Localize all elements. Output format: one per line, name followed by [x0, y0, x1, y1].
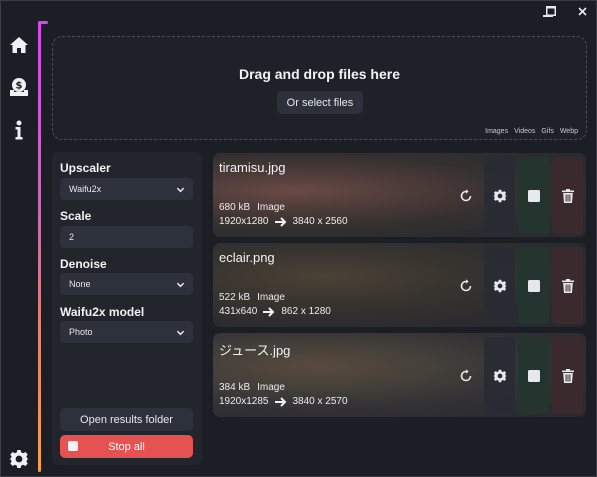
arrow-right-icon [263, 306, 275, 317]
close-button[interactable] [574, 4, 590, 18]
file-type: Image [257, 202, 285, 213]
file-resolution: 1920x1285 3840 x 2570 [219, 396, 348, 407]
close-icon [577, 6, 587, 16]
home-icon [10, 37, 28, 53]
stop-icon [527, 279, 540, 292]
scale-input[interactable]: 2 [60, 226, 193, 248]
gear-icon [492, 369, 507, 383]
target-resolution: 3840 x 2560 [292, 216, 348, 227]
file-size: 522 kB [219, 292, 251, 303]
settings-button[interactable] [484, 247, 515, 324]
target-resolution: 3840 x 2570 [292, 396, 348, 407]
file-name: eclair.png [219, 250, 275, 265]
model-label: Waifu2x model [60, 305, 145, 319]
settings-button[interactable] [484, 157, 515, 234]
settings-button[interactable] [7, 447, 31, 471]
file-size: 384 kB [219, 382, 251, 393]
refresh-icon [459, 368, 473, 383]
format-label: Images [485, 128, 509, 135]
source-resolution: 431x640 [219, 306, 258, 317]
chevron-down-icon [176, 330, 185, 335]
upscaler-value: Waifu2x [69, 184, 102, 194]
accent-bar [38, 22, 41, 472]
settings-button[interactable] [484, 337, 515, 414]
source-resolution: 1920x1285 [219, 396, 269, 407]
stop-button[interactable] [518, 337, 549, 414]
stop-icon [527, 369, 540, 382]
denoise-select[interactable]: None [60, 273, 193, 295]
maximize-icon [546, 6, 556, 16]
upscaler-label: Upscaler [60, 161, 111, 175]
file-meta: 522 kB Image [219, 292, 285, 303]
target-resolution: 862 x 1280 [281, 306, 331, 317]
maximize-button[interactable] [543, 4, 559, 18]
scale-label: Scale [60, 209, 92, 223]
delete-button[interactable] [552, 157, 583, 234]
model-select[interactable]: Photo [60, 321, 193, 343]
file-type: Image [257, 382, 285, 393]
chevron-down-icon [176, 187, 185, 192]
format-label: Webp [559, 128, 578, 135]
svg-text:$: $ [16, 81, 23, 92]
model-value: Photo [69, 327, 93, 337]
refresh-icon [459, 188, 473, 203]
source-resolution: 1920x1280 [219, 216, 269, 227]
dropzone[interactable]: Drag and drop files here Or select files… [52, 36, 587, 140]
arrow-right-icon [274, 216, 286, 227]
file-type: Image [257, 292, 285, 303]
denoise-label: Denoise [60, 257, 107, 271]
gear-icon [9, 450, 29, 468]
file-size: 680 kB [219, 202, 251, 213]
retry-button[interactable] [450, 247, 481, 324]
stop-icon [68, 441, 78, 451]
dropzone-title: Drag and drop files here [238, 66, 401, 82]
stop-all-button[interactable]: Stop all [60, 435, 193, 458]
dollar-bag-icon: $ [10, 78, 28, 96]
retry-button[interactable] [450, 337, 481, 414]
file-meta: 680 kB Image [219, 202, 285, 213]
file-resolution: 431x640 862 x 1280 [219, 306, 331, 317]
gear-icon [492, 189, 507, 203]
info-icon [15, 120, 23, 140]
upscaler-select[interactable]: Waifu2x [60, 178, 193, 200]
refresh-icon [459, 278, 473, 293]
arrow-right-icon [274, 396, 286, 407]
retry-button[interactable] [450, 157, 481, 234]
select-files-button[interactable]: Or select files [277, 91, 363, 114]
scale-value: 2 [69, 232, 75, 242]
sidebar-item-info[interactable] [7, 118, 31, 142]
stop-icon [527, 189, 540, 202]
delete-button[interactable] [552, 247, 583, 324]
sidebar: $ [0, 0, 38, 477]
stop-button[interactable] [518, 247, 549, 324]
file-name: tiramisu.jpg [219, 160, 286, 175]
stop-all-label: Stop all [108, 440, 145, 453]
sidebar-item-donate[interactable]: $ [7, 75, 31, 99]
file-name: ジュース.jpg [219, 343, 291, 358]
trash-icon [561, 368, 574, 383]
settings-panel: Upscaler Waifu2x Scale 2 Denoise None Wa… [52, 152, 202, 465]
chevron-down-icon [176, 282, 185, 287]
file-resolution: 1920x1280 3840 x 2560 [219, 216, 348, 227]
stop-button[interactable] [518, 157, 549, 234]
open-results-folder-button[interactable]: Open results folder [60, 408, 193, 431]
gear-icon [492, 279, 507, 293]
delete-button[interactable] [552, 337, 583, 414]
supported-formats: Images Videos Gifs Webp [485, 128, 578, 135]
denoise-value: None [69, 279, 91, 289]
format-label: Gifs [541, 128, 554, 135]
trash-icon [561, 188, 574, 203]
file-meta: 384 kB Image [219, 382, 285, 393]
sidebar-item-home[interactable] [7, 33, 31, 57]
format-label: Videos [514, 128, 536, 135]
trash-icon [561, 278, 574, 293]
